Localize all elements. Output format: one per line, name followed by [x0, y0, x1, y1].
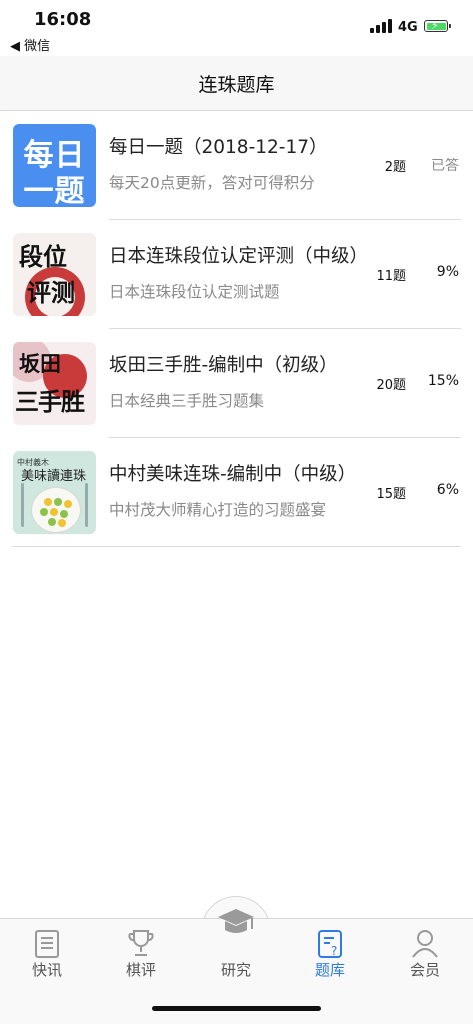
home-indicator[interactable]	[152, 1006, 321, 1011]
list-item-sakata[interactable]: 坂田 三手胜 坂田三手胜-编制中（初级） 日本经典三手胜习题集 20题 15%	[0, 329, 473, 438]
battery-icon: ⚡	[424, 19, 451, 32]
trophy-icon	[126, 927, 156, 959]
item-title: 中村美味连珠-编制中（中级）	[109, 464, 357, 485]
item-count: 11题	[376, 269, 406, 284]
svg-text:?: ?	[331, 944, 337, 958]
item-title: 日本连珠段位认定评测（中级）	[109, 246, 369, 267]
signal-icon	[370, 17, 394, 33]
nakamura-thumbnail: 中村義木 美味讀連珠	[13, 451, 96, 534]
item-description: 中村茂大师精心打造的习题盛宴	[109, 501, 327, 519]
item-rate: 6%	[436, 482, 459, 498]
back-to-wechat[interactable]: ◀ 微信	[10, 35, 50, 54]
status-time: 16:08	[34, 9, 92, 30]
tab-label: 棋评	[125, 961, 156, 979]
tab-problem-sets[interactable]: ? 题库	[283, 919, 377, 989]
tab-news[interactable]: 快讯	[0, 919, 94, 989]
dan-test-thumbnail: 段位 评测	[13, 233, 96, 316]
tab-label: 题库	[314, 961, 345, 979]
thumb-text: 三手胜	[15, 388, 85, 416]
graduation-cap-icon	[216, 903, 256, 943]
item-rate: 9%	[436, 264, 459, 280]
thumb-text: 美味讀連珠	[21, 469, 87, 484]
item-status: 已答	[431, 158, 459, 174]
item-title: 坂田三手胜-编制中（初级）	[109, 355, 338, 376]
thumb-text: 坂田	[19, 352, 61, 376]
newspaper-icon	[32, 927, 62, 959]
list-item-nakamura[interactable]: 中村義木 美味讀連珠 中村美味连珠-编制中（中级） 中村茂大师精心打造的习题盛宴…	[0, 438, 473, 547]
tab-label: 研究	[220, 961, 251, 979]
thumb-text: 一题	[23, 174, 86, 207]
item-count: 15题	[376, 487, 406, 502]
list-item-dan-test[interactable]: 段位 评测 日本连珠段位认定评测（中级） 日本连珠段位认定测试题 11题 9%	[0, 220, 473, 329]
item-description: 日本连珠段位认定测试题	[109, 283, 280, 301]
tab-research[interactable]: 研究	[189, 909, 283, 989]
page-title: 连珠题库	[198, 74, 275, 96]
question-doc-icon: ?	[315, 927, 345, 959]
item-title: 每日一题（2018-12-17）	[109, 137, 328, 158]
thumb-text: 段位	[19, 243, 67, 271]
item-count: 2题	[384, 160, 406, 175]
status-bar: 16:08 ◀ 微信 4G ⚡	[0, 0, 473, 56]
tab-label: 快讯	[31, 961, 62, 979]
nav-bar: 连珠题库	[0, 56, 473, 111]
list-item-daily[interactable]: 每日 一题 每日一题（2018-12-17） 每天20点更新，答对可得积分 2题…	[0, 111, 473, 220]
problem-set-list: 每日 一题 每日一题（2018-12-17） 每天20点更新，答对可得积分 2题…	[0, 111, 473, 547]
tab-member[interactable]: 会员	[378, 919, 472, 989]
user-icon	[410, 927, 440, 959]
sakata-thumbnail: 坂田 三手胜	[13, 342, 96, 425]
divider	[12, 546, 461, 547]
tab-label: 会员	[409, 961, 440, 979]
thumb-text: 评测	[27, 279, 75, 307]
network-type: 4G	[398, 20, 418, 35]
item-count: 20题	[376, 378, 406, 393]
item-description: 每天20点更新，答对可得积分	[109, 174, 315, 192]
tab-reviews[interactable]: 棋评	[94, 919, 188, 989]
item-rate: 15%	[427, 373, 459, 389]
daily-problem-thumbnail: 每日 一题	[13, 124, 96, 207]
item-description: 日本经典三手胜习题集	[109, 392, 265, 410]
